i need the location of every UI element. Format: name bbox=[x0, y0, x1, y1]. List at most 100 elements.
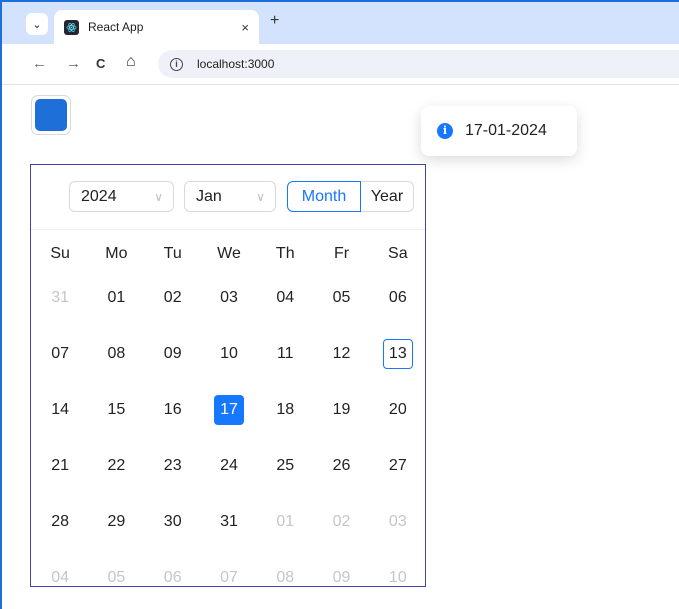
date-value: 11 bbox=[276, 345, 294, 362]
date-value: 08 bbox=[107, 345, 126, 362]
weekday-label: Tu bbox=[163, 244, 182, 262]
mode-month-button[interactable]: Month bbox=[287, 181, 361, 212]
date-cell[interactable]: 19 bbox=[313, 382, 369, 438]
date-value: 04 bbox=[276, 289, 295, 306]
date-cell[interactable]: 17 bbox=[201, 382, 257, 438]
site-info-icon[interactable]: i bbox=[170, 57, 183, 71]
date-cell[interactable]: 20 bbox=[370, 382, 426, 438]
close-tab-icon[interactable]: × bbox=[241, 20, 249, 35]
date-cell[interactable]: 28 bbox=[32, 494, 88, 550]
date-cell[interactable]: 23 bbox=[145, 438, 201, 494]
date-cell[interactable]: 03 bbox=[201, 270, 257, 326]
new-tab-button[interactable]: + bbox=[270, 12, 279, 30]
date-value: 12 bbox=[332, 345, 351, 362]
date-cell[interactable]: 03 bbox=[370, 494, 426, 550]
weekday-label: We bbox=[217, 244, 241, 262]
date-cell[interactable]: 07 bbox=[32, 326, 88, 382]
date-cell[interactable]: 05 bbox=[313, 270, 369, 326]
month-select-value: Jan bbox=[196, 187, 222, 205]
date-value: 09 bbox=[332, 569, 351, 586]
toggle-button[interactable] bbox=[31, 95, 71, 135]
forward-arrow-icon[interactable]: → bbox=[66, 55, 81, 72]
date-cell[interactable]: 31 bbox=[201, 494, 257, 550]
date-value: 27 bbox=[388, 457, 407, 474]
date-cell[interactable]: 01 bbox=[257, 494, 313, 550]
mode-year-button[interactable]: Year bbox=[361, 181, 414, 212]
date-cell[interactable]: 30 bbox=[145, 494, 201, 550]
date-value: 29 bbox=[107, 513, 126, 530]
date-value: 30 bbox=[163, 513, 182, 530]
weekday-label: Th bbox=[275, 244, 295, 262]
tab-react-app[interactable]: React App × bbox=[54, 10, 259, 44]
date-cell[interactable]: 31 bbox=[32, 270, 88, 326]
chevron-down-icon: ∨ bbox=[256, 189, 265, 204]
date-cell[interactable]: 06 bbox=[370, 270, 426, 326]
date-cell[interactable]: 18 bbox=[257, 382, 313, 438]
date-value: 03 bbox=[388, 513, 407, 530]
reload-icon[interactable]: C bbox=[96, 56, 105, 71]
date-cell[interactable]: 10 bbox=[201, 326, 257, 382]
calendar-panel: 2024 ∨ Jan ∨ Month Year Su Mo Tu We Th Fr Sa 3… bbox=[30, 164, 426, 587]
date-grid: Su Mo Tu We Th Fr Sa 31 01 02 03 04 05 06 07 08 09 10 11 1… bbox=[32, 237, 426, 606]
date-cell[interactable]: 24 bbox=[201, 438, 257, 494]
date-value: 02 bbox=[163, 289, 182, 306]
date-cell[interactable]: 26 bbox=[313, 438, 369, 494]
weekday-header: Su Mo Tu We Th Fr Sa bbox=[32, 237, 426, 270]
header-divider bbox=[31, 229, 425, 230]
back-arrow-icon[interactable]: ← bbox=[32, 55, 47, 72]
date-cell[interactable]: 05 bbox=[88, 550, 144, 606]
date-cell[interactable]: 27 bbox=[370, 438, 426, 494]
date-cell[interactable]: 07 bbox=[201, 550, 257, 606]
date-cell[interactable]: 14 bbox=[32, 382, 88, 438]
date-value: 16 bbox=[163, 401, 182, 418]
chevron-down-icon: ⌄ bbox=[32, 18, 42, 31]
weeks-container: 31 01 02 03 04 05 06 07 08 09 10 11 12 13 14 15 16 17 18 19… bbox=[32, 270, 426, 606]
date-cell[interactable]: 13 bbox=[370, 326, 426, 382]
tab-strip: ⌄ React App × + bbox=[2, 2, 679, 44]
week-row: 14 15 16 17 18 19 20 bbox=[32, 382, 426, 438]
date-value: 01 bbox=[276, 513, 295, 530]
date-cell[interactable]: 25 bbox=[257, 438, 313, 494]
date-cell[interactable]: 21 bbox=[32, 438, 88, 494]
date-cell[interactable]: 09 bbox=[313, 550, 369, 606]
date-value: 21 bbox=[51, 457, 70, 474]
date-cell[interactable]: 09 bbox=[145, 326, 201, 382]
react-logo-icon bbox=[64, 19, 79, 35]
date-value: 05 bbox=[107, 569, 126, 586]
date-cell[interactable]: 08 bbox=[88, 326, 144, 382]
selected-date-notification: i 17-01-2024 bbox=[421, 106, 577, 156]
date-cell[interactable]: 06 bbox=[145, 550, 201, 606]
week-row: 21 22 23 24 25 26 27 bbox=[32, 438, 426, 494]
tab-search-menu-button[interactable]: ⌄ bbox=[26, 13, 48, 35]
date-cell[interactable]: 04 bbox=[32, 550, 88, 606]
date-cell[interactable]: 08 bbox=[257, 550, 313, 606]
year-select[interactable]: 2024 ∨ bbox=[69, 181, 174, 212]
month-select[interactable]: Jan ∨ bbox=[184, 181, 276, 212]
date-value: 06 bbox=[388, 289, 407, 306]
date-value: 04 bbox=[51, 569, 70, 586]
home-icon[interactable]: ⌂ bbox=[126, 53, 136, 71]
date-cell[interactable]: 29 bbox=[88, 494, 144, 550]
date-cell[interactable]: 16 bbox=[145, 382, 201, 438]
year-select-value: 2024 bbox=[81, 187, 117, 205]
date-value: 22 bbox=[107, 457, 126, 474]
tab-title: React App bbox=[88, 20, 144, 34]
date-value: 28 bbox=[51, 513, 70, 530]
date-cell[interactable]: 01 bbox=[88, 270, 144, 326]
address-bar[interactable]: i localhost:3000 bbox=[158, 50, 679, 78]
date-cell[interactable]: 15 bbox=[88, 382, 144, 438]
date-cell[interactable]: 12 bbox=[313, 326, 369, 382]
date-cell[interactable]: 22 bbox=[88, 438, 144, 494]
week-row: 04 05 06 07 08 09 10 bbox=[32, 550, 426, 606]
date-value: 07 bbox=[220, 569, 238, 586]
date-value: 18 bbox=[276, 401, 295, 418]
date-cell[interactable]: 04 bbox=[257, 270, 313, 326]
date-value: 03 bbox=[220, 289, 238, 306]
date-cell[interactable]: 11 bbox=[257, 326, 313, 382]
date-value: 02 bbox=[332, 513, 351, 530]
week-row: 31 01 02 03 04 05 06 bbox=[32, 270, 426, 326]
date-cell[interactable]: 10 bbox=[370, 550, 426, 606]
date-cell[interactable]: 02 bbox=[313, 494, 369, 550]
date-value: 10 bbox=[220, 345, 238, 362]
date-cell[interactable]: 02 bbox=[145, 270, 201, 326]
